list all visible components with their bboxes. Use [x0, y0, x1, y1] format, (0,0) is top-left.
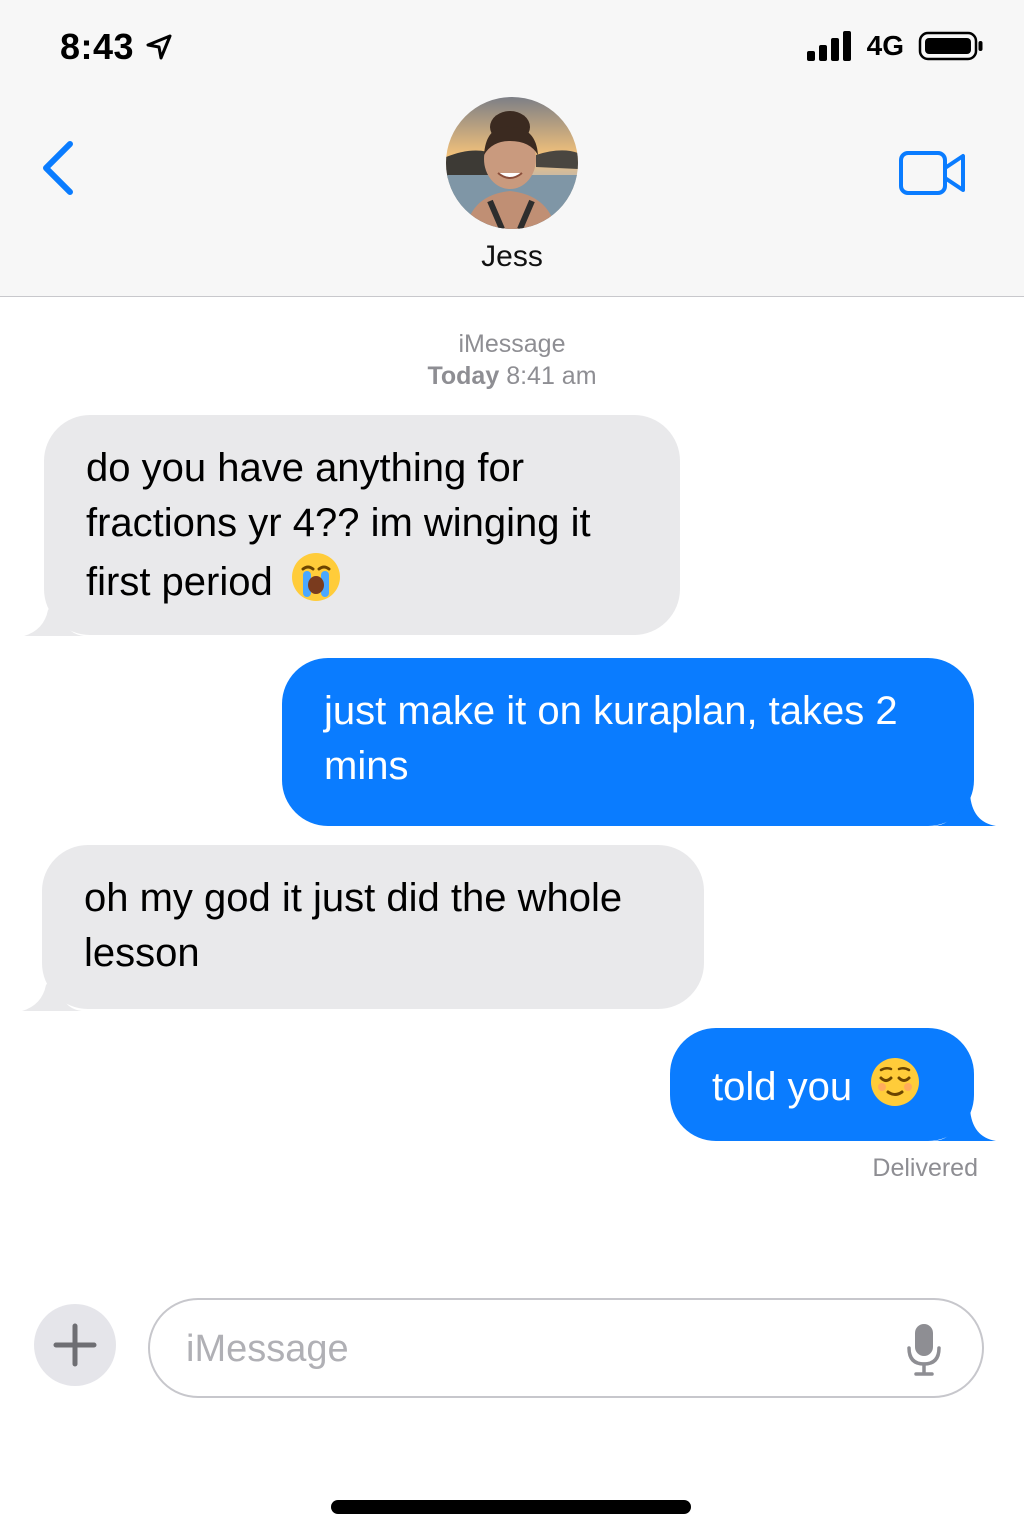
conversation-timestamp: Today 8:41 am — [0, 362, 1024, 391]
location-arrow-icon — [146, 34, 172, 60]
message-compose-field[interactable] — [148, 1298, 984, 1398]
status-bar-time: 8:43 — [60, 26, 174, 68]
battery-icon — [918, 31, 983, 61]
message-text: oh my god it just did the whole lesson — [84, 876, 623, 975]
timestamp-day: Today — [427, 362, 500, 390]
delivery-receipt: Delivered — [872, 1154, 978, 1182]
video-call-icon[interactable] — [898, 148, 968, 198]
message-text: just make it on kuraplan, takes 2 mins — [324, 689, 898, 788]
contact-name[interactable]: Jess — [0, 240, 1024, 274]
microphone-icon[interactable] — [906, 1322, 942, 1378]
message-bubble-incoming[interactable]: do you have anything for fractions yr 4?… — [44, 415, 680, 635]
relieved-face-icon — [871, 1058, 920, 1106]
add-attachment-button[interactable] — [34, 1304, 116, 1386]
home-indicator[interactable] — [331, 1500, 691, 1514]
back-chevron-icon[interactable] — [36, 138, 84, 198]
clock-label: 8:43 — [60, 26, 135, 67]
message-text: told you — [712, 1065, 853, 1109]
network-type-label: 4G — [866, 30, 904, 61]
message-input[interactable] — [186, 1322, 866, 1376]
conversation-header: 8:43 4G Jess — [0, 0, 1024, 297]
contact-photo-icon — [446, 97, 578, 229]
message-bubble-outgoing[interactable]: just make it on kuraplan, takes 2 mins — [282, 658, 974, 826]
messages-screen: 8:43 4G Jess iMessage Today 8:41 am do y… — [0, 0, 1024, 1536]
signal-strength-icon — [806, 31, 851, 61]
status-bar-right: 4G — [806, 30, 984, 62]
contact-avatar[interactable] — [446, 97, 578, 229]
loudly-crying-face-icon — [291, 553, 340, 601]
message-bubble-incoming[interactable]: oh my god it just did the whole lesson — [42, 845, 704, 1009]
plus-icon — [53, 1323, 97, 1367]
message-bubble-outgoing[interactable]: told you — [670, 1028, 974, 1141]
timestamp-time: 8:41 am — [506, 362, 597, 390]
service-label: iMessage — [458, 330, 566, 358]
